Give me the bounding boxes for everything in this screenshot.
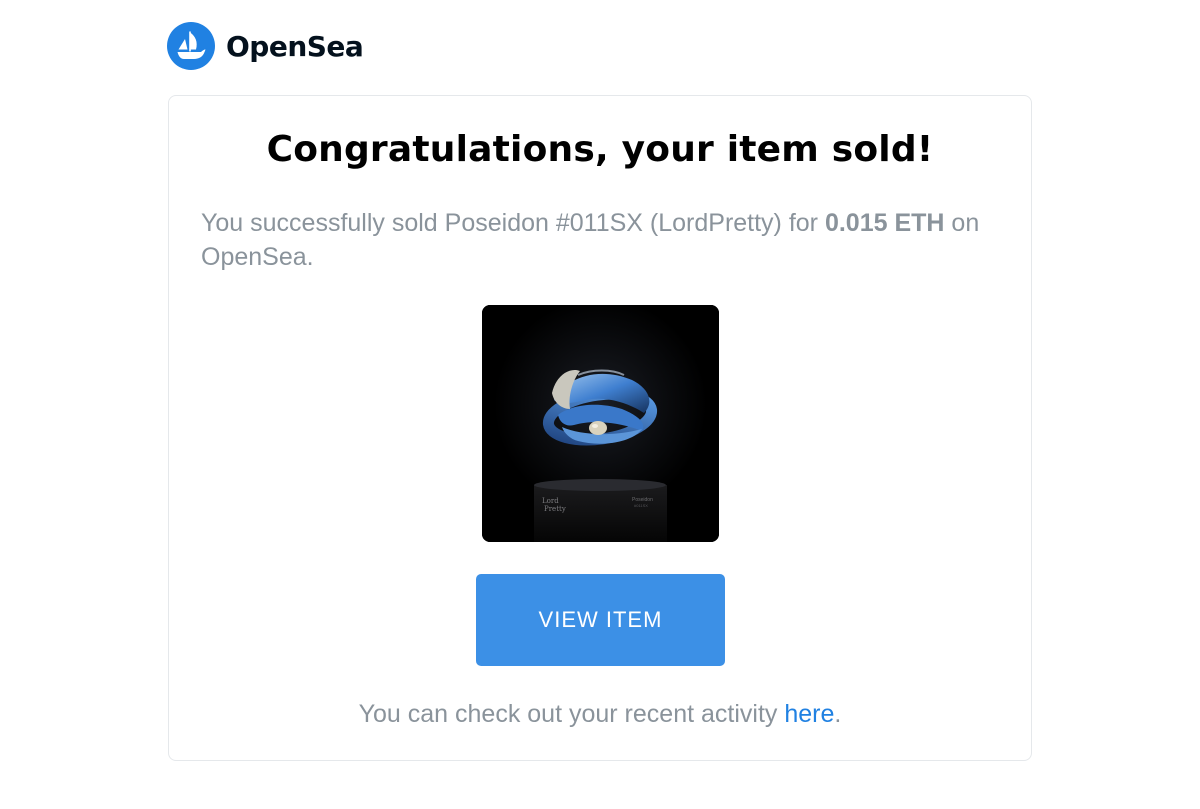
recent-activity-note: You can check out your recent activity h… — [0, 697, 1200, 731]
recent-activity-text: You can check out your recent activity — [358, 700, 785, 728]
recent-activity-period: . — [834, 700, 842, 728]
sale-amount: 0.015 ETH — [824, 209, 945, 237]
email-page: OpenSea Congratulations, your item sold!… — [0, 0, 1200, 809]
svg-text:Pretty: Pretty — [544, 505, 566, 513]
sale-message: You successfully sold Poseidon #011SX (L… — [201, 206, 1011, 274]
svg-text:#011SX: #011SX — [634, 503, 648, 508]
sale-message-prefix: You successfully sold Poseidon #011SX (L… — [201, 209, 825, 237]
view-item-button[interactable]: VIEW ITEM — [476, 574, 725, 666]
brand-header[interactable]: OpenSea — [167, 22, 364, 70]
svg-text:Lord: Lord — [542, 497, 559, 505]
recent-activity-link[interactable]: here — [784, 700, 834, 728]
headline: Congratulations, your item sold! — [266, 129, 934, 170]
brand-name: OpenSea — [226, 29, 364, 63]
opensea-logo-icon — [167, 22, 215, 70]
nft-item-image[interactable]: Lord Pretty Poseidon #011SX — [482, 305, 719, 542]
